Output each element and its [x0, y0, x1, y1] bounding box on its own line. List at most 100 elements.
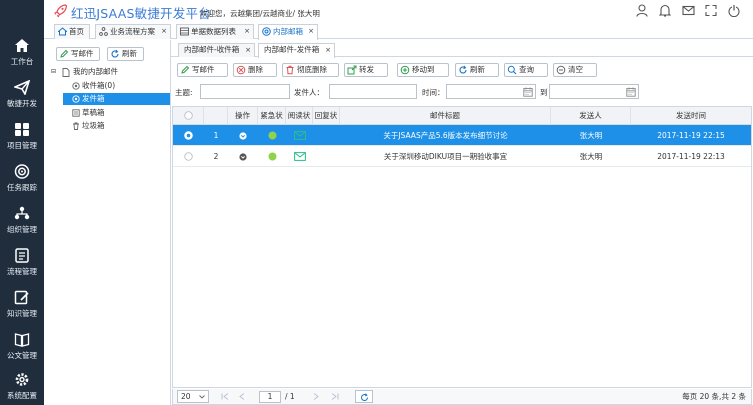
tree-item-drafts[interactable]: 草稿箱 [45, 107, 171, 119]
tree-refresh-button[interactable]: 刷新 [107, 47, 144, 61]
tab-home[interactable]: 首页 [54, 24, 90, 39]
list-icon [15, 248, 29, 263]
close-icon[interactable]: × [308, 25, 314, 38]
status-dot-icon [268, 152, 276, 161]
start-date-input[interactable] [446, 84, 536, 99]
calendar-icon[interactable] [523, 87, 533, 97]
subtab-outbox[interactable]: 内部邮件-发件箱 × [258, 43, 335, 58]
close-icon[interactable]: × [245, 44, 251, 56]
document-icon [62, 68, 70, 77]
tab-business-flow[interactable]: 业务流程方案 × [95, 24, 171, 39]
welcome-text: 欢迎您，云越集团/云越商业/ 张大明 [200, 9, 320, 18]
prev-page-icon[interactable] [239, 393, 245, 400]
nav-item-task[interactable]: 任务跟踪 [0, 164, 44, 204]
row-checkbox-cell[interactable] [173, 125, 204, 146]
row-mail-title[interactable]: 关于深圳移动DIKU项目一期验收事宜 [340, 146, 551, 167]
column-header-title[interactable]: 邮件标题 [340, 107, 551, 125]
nav-item-project[interactable]: 项目管理 [0, 122, 44, 162]
first-page-icon[interactable] [221, 393, 229, 400]
page-size-value: 20 [181, 392, 191, 401]
pencil-icon [181, 65, 190, 74]
close-icon[interactable]: × [325, 44, 331, 56]
last-page-icon[interactable] [331, 393, 339, 400]
pencil-icon [60, 49, 69, 58]
column-header-reply[interactable]: 回复状 [313, 107, 340, 125]
page-size-select[interactable]: 20 [177, 390, 209, 403]
close-icon[interactable]: × [161, 25, 167, 38]
table-row[interactable]: 2 关于深圳移动DIKU项目一期验收事宜 张大明 2017-11-19 22:1… [173, 146, 751, 167]
row-action-cell[interactable] [228, 125, 258, 146]
row-radio[interactable] [184, 131, 193, 140]
user-icon[interactable] [636, 4, 648, 17]
chevron-down-icon[interactable] [239, 153, 247, 161]
nav-item-agile-dev[interactable]: 敏捷开发 [0, 80, 44, 120]
time-label: 时间： [422, 88, 445, 97]
write-mail-button[interactable]: 写邮件 [177, 63, 228, 77]
clear-button[interactable]: 清空 [553, 63, 597, 77]
nav-item-workbench[interactable]: 工作台 [0, 38, 44, 78]
tree-root[interactable]: ⊟ 我的内部邮件 [45, 66, 171, 78]
collapse-icon[interactable]: ⊟ [51, 69, 56, 75]
button-label: 写邮件 [192, 65, 215, 74]
column-header-read[interactable]: 阅读状 [286, 107, 313, 125]
tree-item-outbox[interactable]: 发件箱 [45, 93, 171, 105]
mail-icon[interactable] [682, 4, 695, 17]
fullscreen-icon[interactable] [705, 4, 717, 17]
pager-refresh-button[interactable] [355, 390, 373, 403]
nav-item-document[interactable]: 公文管理 [0, 332, 44, 372]
header-checkbox-cell[interactable] [173, 107, 204, 125]
bell-icon[interactable] [659, 4, 671, 17]
nav-label: 公文管理 [7, 351, 37, 360]
column-header-urgent[interactable]: 紧急状 [258, 107, 286, 125]
row-reply-cell [313, 125, 340, 146]
tree-write-mail-button[interactable]: 写邮件 [56, 47, 100, 61]
row-action-cell[interactable] [228, 146, 258, 167]
tab-doc-list[interactable]: 单据数据列表 × [176, 24, 254, 39]
nav-item-knowledge[interactable]: 知识管理 [0, 290, 44, 330]
delete-button[interactable]: 删除 [233, 63, 277, 77]
table-row[interactable]: 1 关于JSAAS产品5.6版本发布细节讨论 张大明 2017-11-19 22… [173, 125, 751, 146]
nav-item-system[interactable]: 系统配置 [0, 372, 44, 405]
column-header-sender[interactable]: 发送人 [551, 107, 631, 125]
subject-label: 主题: [175, 88, 193, 97]
home-icon [58, 27, 67, 36]
trash-icon [286, 65, 294, 75]
tree-item-label: 发件箱 [82, 94, 105, 103]
column-header-time[interactable]: 发送时间 [631, 107, 751, 125]
subtab-inbox[interactable]: 内部邮件-收件箱 × [178, 43, 255, 57]
tree-item-trash[interactable]: 垃圾箱 [45, 120, 171, 132]
sender-input[interactable] [329, 84, 417, 99]
tab-internal-mail[interactable]: 内部邮箱 × [258, 24, 318, 40]
move-to-button[interactable]: 移动到 [397, 63, 449, 77]
tab-label: 业务流程方案 [110, 27, 155, 36]
button-label: 删除 [248, 65, 263, 74]
chevron-down-icon[interactable] [239, 132, 247, 140]
column-header-action[interactable]: 操作 [228, 107, 258, 125]
end-date-input[interactable] [549, 84, 639, 99]
nav-item-org[interactable]: 组织管理 [0, 206, 44, 246]
tree-item-inbox[interactable]: 收件箱(0) [45, 80, 171, 92]
logout-icon[interactable] [728, 4, 740, 17]
select-all-checkbox[interactable] [183, 111, 193, 120]
delete-permanently-button[interactable]: 彻底删除 [282, 63, 339, 77]
page-number-input[interactable]: 1 [259, 391, 281, 403]
circle-icon [72, 95, 80, 103]
org-icon [14, 206, 30, 220]
nav-item-flow[interactable]: 流程管理 [0, 248, 44, 288]
forward-button[interactable]: 转发 [344, 63, 388, 77]
refresh-button[interactable]: 刷新 [455, 63, 499, 77]
row-checkbox-cell[interactable] [173, 146, 204, 167]
row-number: 2 [213, 152, 219, 161]
calendar-icon[interactable] [626, 87, 636, 97]
subtab-label: 内部邮件-收件箱 [184, 45, 240, 54]
row-number: 1 [213, 131, 219, 140]
close-icon[interactable]: × [244, 25, 250, 38]
next-page-icon[interactable] [313, 393, 319, 400]
subject-input[interactable] [200, 84, 290, 99]
row-mail-title[interactable]: 关于JSAAS产品5.6版本发布细节讨论 [340, 125, 551, 146]
query-button[interactable]: 查询 [504, 63, 548, 77]
left-navigation: 工作台 敏捷开发 项目管理 任务跟踪 组织管理 流程管理 知识管理 公文管理 系… [0, 0, 44, 405]
edit-icon [14, 290, 29, 305]
button-label: 转发 [359, 65, 374, 74]
row-radio[interactable] [184, 152, 193, 161]
